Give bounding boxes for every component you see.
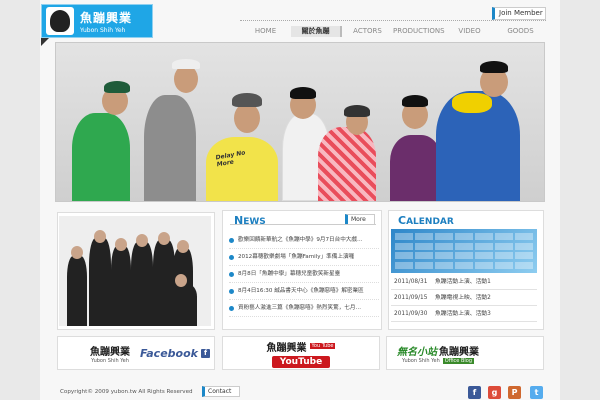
- logo-chinese-name: 魚蹦興業: [80, 10, 133, 25]
- calendar-image: [391, 229, 537, 273]
- news-item[interactable]: 8月4日16:30 誠品書天中心《魚蹦惡嘻》解密業區: [229, 283, 379, 300]
- calendar-heading: CALENDAR: [398, 214, 454, 227]
- youtube-banner[interactable]: 魚蹦興業 You Tube YouTube: [222, 336, 380, 370]
- hero-person: [390, 135, 442, 201]
- logo-fish-icon: [46, 7, 74, 35]
- news-list: 歡樂回饋新華航之《魚蹦中學》9月7日台中大戲… 2012幕穗歡樂劇場「魚蹦Fam…: [229, 232, 379, 317]
- google-icon[interactable]: g: [488, 386, 501, 399]
- logo-english-name: Yubon Shih Yeh: [80, 26, 126, 34]
- logo-corner-decoration: [41, 38, 49, 46]
- copyright-text: Copyright© 2009 yubon.tw All Rights Rese…: [60, 389, 193, 395]
- group-photo-black[interactable]: [59, 216, 211, 326]
- nav-divider: [240, 20, 546, 21]
- bullet-icon: [229, 271, 234, 277]
- nav-about[interactable]: 關於魚蹦: [291, 26, 342, 37]
- bullet-icon: [229, 254, 234, 260]
- contact-button[interactable]: Contact: [202, 386, 240, 397]
- news-item[interactable]: 資粉藝人激進三篇《魚蹦惡嘻》熱烈笑驚，七月…: [229, 300, 379, 317]
- nav-actors[interactable]: ACTORS: [342, 26, 393, 37]
- news-heading: NEWS: [234, 214, 266, 227]
- news-divider: [230, 224, 376, 225]
- bullet-icon: [229, 288, 234, 294]
- nav-home[interactable]: HOME: [240, 26, 291, 37]
- calendar-event[interactable]: 2011/09/15 魚蹦電視上映、活動2: [391, 290, 537, 306]
- facebook-banner[interactable]: 魚蹦興業 Yubon Shih Yeh Facebook f: [57, 336, 215, 370]
- hero-person: [72, 113, 130, 201]
- bullet-icon: [229, 237, 234, 243]
- hero-group-photo: Delay No More: [55, 42, 545, 202]
- nav-video[interactable]: VIDEO: [444, 26, 495, 37]
- twitter-icon[interactable]: t: [530, 386, 543, 399]
- facebook-icon[interactable]: f: [468, 386, 481, 399]
- hero-person: [318, 127, 376, 201]
- main-nav: HOME 關於魚蹦 ACTORS PRODUCTIONS VIDEO GOODS: [240, 26, 546, 37]
- site-logo[interactable]: 魚蹦興業 Yubon Shih Yeh: [41, 4, 153, 38]
- news-item[interactable]: 8月8日「魚蹦中學」幕穗兒童歡笑新星臺: [229, 266, 379, 283]
- hero-person: [144, 95, 196, 201]
- hero-person: [206, 137, 278, 201]
- youtube-icon: You Tube: [309, 343, 336, 349]
- calendar-events: 2011/08/31 魚蹦活動上演、活動1 2011/09/15 魚蹦電視上映、活動…: [391, 274, 537, 322]
- facebook-icon: f: [200, 348, 210, 358]
- plurk-icon[interactable]: P: [508, 386, 521, 399]
- news-item[interactable]: 2012幕穗歡樂劇場「魚蹦Family」準備上演囉: [229, 249, 379, 266]
- calendar-event[interactable]: 2011/08/31 魚蹦活動上演、活動1: [391, 274, 537, 290]
- blog-banner[interactable]: 無名小站 魚蹦興業 Yubon Shih Yeh Office Blog: [386, 336, 544, 370]
- calendar-event[interactable]: 2011/09/30 魚蹦活動上演、活動3: [391, 306, 537, 322]
- join-member-button[interactable]: Join Member: [492, 7, 546, 20]
- bullet-icon: [229, 305, 234, 311]
- nav-productions[interactable]: PRODUCTIONS: [393, 26, 445, 37]
- news-item[interactable]: 歡樂回饋新華航之《魚蹦中學》9月7日台中大戲…: [229, 232, 379, 249]
- nav-goods[interactable]: GOODS: [495, 26, 546, 37]
